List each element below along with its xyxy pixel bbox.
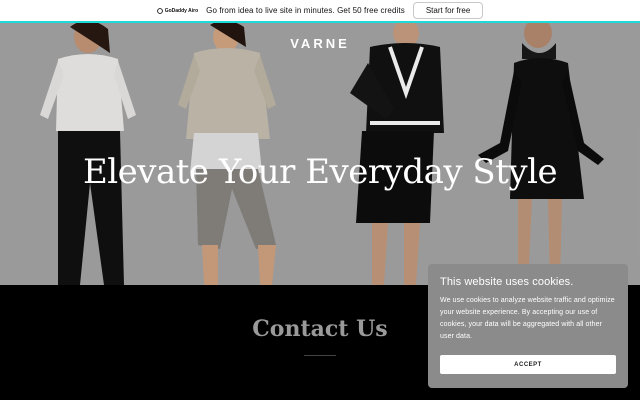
cookie-banner: This website uses cookies. We use cookie…: [428, 264, 628, 388]
section-divider: [304, 355, 336, 356]
godaddy-icon: [156, 7, 163, 14]
hero-headline: Elevate Your Everyday Style: [82, 152, 558, 192]
promo-banner: GoDaddy Airo Go from idea to live site i…: [0, 0, 640, 23]
start-for-free-button[interactable]: Start for free: [412, 2, 484, 19]
brand-logo[interactable]: VARNE: [0, 36, 640, 51]
hero-section: VARNE Elevate Your Everyday Style: [0, 23, 640, 285]
promo-logo-text: GoDaddy Airo: [164, 7, 199, 14]
cookie-message: We use cookies to analyze website traffi…: [440, 297, 615, 340]
cookie-title: This website uses cookies.: [440, 276, 574, 288]
promo-message: Go from idea to live site in minutes. Ge…: [206, 6, 405, 15]
godaddy-logo: GoDaddy Airo: [156, 7, 199, 14]
accept-cookies-button[interactable]: ACCEPT: [440, 355, 616, 374]
